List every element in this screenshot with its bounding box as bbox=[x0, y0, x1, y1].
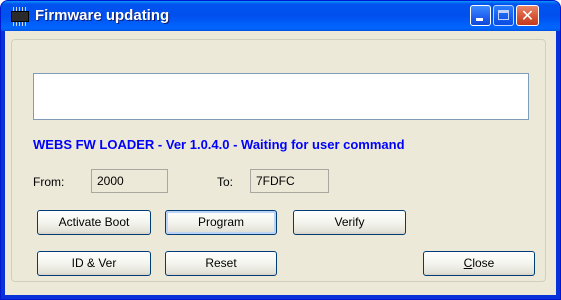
chip-icon bbox=[11, 7, 29, 26]
verify-button[interactable]: Verify bbox=[293, 210, 406, 235]
close-label-rest: lose bbox=[472, 256, 495, 270]
close-button[interactable]: Close bbox=[423, 251, 535, 276]
program-button[interactable]: Program bbox=[165, 210, 277, 235]
minimize-icon bbox=[476, 18, 483, 21]
title-bar[interactable]: Firmware updating ✕ bbox=[1, 1, 560, 31]
close-icon: ✕ bbox=[520, 6, 535, 25]
title-close-button[interactable]: ✕ bbox=[516, 5, 539, 26]
reset-button[interactable]: Reset bbox=[165, 251, 277, 276]
maximize-icon bbox=[498, 10, 509, 20]
from-label: From: bbox=[33, 175, 65, 189]
dialog-client-area: WEBS FW LOADER - Ver 1.0.4.0 - Waiting f… bbox=[5, 31, 556, 295]
maximize-button[interactable] bbox=[493, 5, 514, 26]
to-label: To: bbox=[217, 175, 234, 189]
to-field: 7FDFC bbox=[250, 169, 329, 193]
firmware-updating-window: Firmware updating ✕ WEBS FW LOADER - Ver… bbox=[0, 0, 561, 300]
minimize-button[interactable] bbox=[470, 5, 491, 26]
window-title: Firmware updating bbox=[35, 7, 170, 24]
output-textbox[interactable] bbox=[33, 73, 529, 120]
id-ver-button[interactable]: ID & Ver bbox=[37, 251, 151, 276]
status-text: WEBS FW LOADER - Ver 1.0.4.0 - Waiting f… bbox=[33, 137, 405, 152]
activate-boot-button[interactable]: Activate Boot bbox=[37, 210, 151, 235]
from-field: 2000 bbox=[91, 169, 168, 193]
